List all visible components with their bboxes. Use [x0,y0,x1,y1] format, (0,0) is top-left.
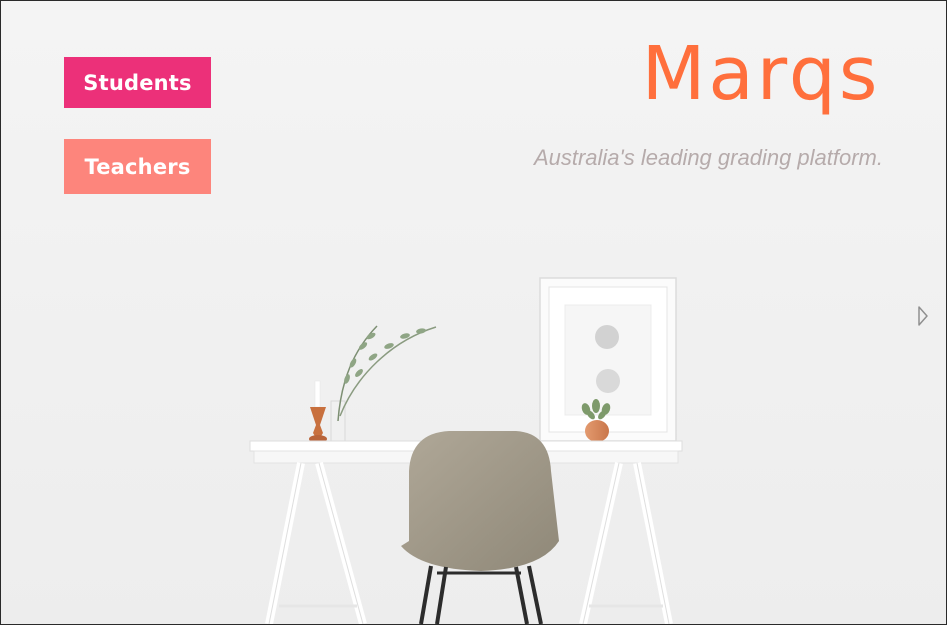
teachers-button[interactable]: Teachers [64,139,211,194]
picture-frame [539,277,677,442]
landing-page: Students Teachers Marqs Australia's lead… [0,0,947,625]
chevron-right-icon[interactable] [911,299,935,333]
students-button[interactable]: Students [64,57,211,108]
tagline: Australia's leading grading platform. [533,145,883,170]
brand-logo-text: Marqs [641,31,881,117]
